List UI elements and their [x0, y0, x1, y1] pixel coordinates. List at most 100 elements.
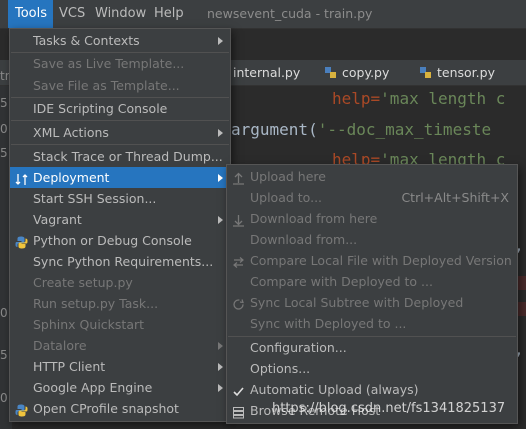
upload-icon — [232, 170, 245, 185]
menu-item-ide-scripting-console[interactable]: IDE Scripting Console — [10, 98, 230, 119]
menu-item-label: Tasks & Contexts — [33, 33, 140, 48]
menu-item-sync-deployed[interactable]: Sync with Deployed to ... — [227, 313, 517, 334]
menu-item-save-file-template[interactable]: Save File as Template... — [10, 75, 230, 96]
menu-item-label: Google App Engine — [33, 380, 153, 395]
menu-item-xml-actions[interactable]: XML Actions — [10, 122, 230, 143]
code-string: 'max length c — [380, 89, 506, 108]
menu-item-datalore[interactable]: Datalore — [10, 335, 230, 356]
download-icon — [232, 212, 245, 227]
menu-item-label: IDE Scripting Console — [33, 101, 168, 116]
tab-tensor-label: tensor.py — [437, 65, 495, 80]
menu-item-download-from[interactable]: Download from... — [227, 229, 517, 250]
menu-item-label: Datalore — [33, 338, 87, 353]
submenu-arrow-icon — [218, 174, 223, 182]
menu-item-label: Download from... — [250, 232, 358, 247]
menu-item-label: Sphinx Quickstart — [33, 317, 145, 332]
separator — [11, 120, 229, 121]
submenu-arrow-icon — [218, 363, 223, 371]
code-keyword: help= — [332, 89, 381, 108]
submenu-arrow-icon — [218, 37, 223, 45]
menu-item-http-client[interactable]: HTTP Client — [10, 356, 230, 377]
menu-item-vagrant[interactable]: Vagrant — [10, 209, 230, 230]
line-number: 5 — [0, 96, 8, 110]
menu-item-label: Sync Local Subtree with Deployed — [250, 295, 464, 310]
menu-item-run-setup-task[interactable]: Run setup.py Task... — [10, 293, 230, 314]
menu-item-label: Vagrant — [33, 212, 82, 227]
menu-item-tasks-contexts[interactable]: Tasks & Contexts — [10, 30, 230, 51]
code-call: argument( — [231, 120, 318, 139]
menu-item-open-cprofile[interactable]: Open CProfile snapshot — [10, 398, 230, 419]
menu-item-sync-python-requirements[interactable]: Sync Python Requirements... — [10, 251, 230, 272]
line-number: 5 — [0, 348, 8, 362]
separator — [11, 144, 229, 145]
menu-item-label: Compare with Deployed to ... — [250, 274, 433, 289]
menu-window[interactable]: Window — [95, 0, 146, 28]
menu-item-google-app-engine[interactable]: Google App Engine — [10, 377, 230, 398]
checkmark-icon — [232, 383, 245, 397]
menu-help[interactable]: Help — [154, 0, 184, 28]
line-number: 5 — [0, 146, 8, 160]
menu-item-upload-here[interactable]: Upload here — [227, 166, 517, 187]
menu-item-configuration[interactable]: Configuration... — [227, 337, 517, 358]
menu-item-label: Upload here — [250, 169, 326, 184]
menu-item-compare-local[interactable]: Compare Local File with Deployed Version — [227, 250, 517, 271]
python-file-icon — [324, 62, 337, 78]
tab-copy[interactable]: copy.py — [324, 60, 389, 85]
line-number: 0 — [0, 391, 8, 405]
submenu-arrow-icon — [218, 216, 223, 224]
line-number: 0 — [0, 306, 8, 320]
deployment-icon — [15, 171, 28, 185]
menu-item-label: Open CProfile snapshot — [33, 401, 179, 416]
python-icon — [15, 234, 28, 249]
menu-item-compare-deployed[interactable]: Compare with Deployed to ... — [227, 271, 517, 292]
python-file-icon — [419, 62, 432, 78]
menu-item-label: Upload to... — [250, 190, 323, 205]
menu-item-label: Create setup.py — [33, 275, 133, 290]
menu-item-label: Run setup.py Task... — [33, 296, 159, 311]
menu-item-label: Save File as Template... — [33, 78, 180, 93]
tab-tensor[interactable]: tensor.py — [419, 60, 495, 85]
menu-bar: Tools VCS Window Help newsevent_cuda - t… — [0, 0, 526, 29]
menu-item-upload-to[interactable]: Upload to... Ctrl+Alt+Shift+X — [227, 187, 517, 208]
menu-item-start-ssh[interactable]: Start SSH Session... — [10, 188, 230, 209]
menu-item-label: Python or Debug Console — [33, 233, 192, 248]
menu-item-create-setup[interactable]: Create setup.py — [10, 272, 230, 293]
menu-item-label: Compare Local File with Deployed Version — [250, 253, 512, 268]
menu-item-download-here[interactable]: Download from here — [227, 208, 517, 229]
menu-item-deployment[interactable]: Deployment — [10, 167, 230, 188]
menu-item-label: Stack Trace or Thread Dump... — [33, 149, 223, 164]
menu-item-options[interactable]: Options... — [227, 358, 517, 379]
menu-item-python-console[interactable]: Python or Debug Console — [10, 230, 230, 251]
menu-item-label: HTTP Client — [33, 359, 106, 374]
menu-vcs[interactable]: VCS — [59, 0, 85, 28]
python-icon — [15, 402, 28, 417]
menu-item-label: XML Actions — [33, 125, 109, 140]
menu-item-automatic-upload[interactable]: Automatic Upload (always) — [227, 379, 517, 400]
code-line: help='max length c — [332, 89, 505, 108]
menu-item-save-live-template[interactable]: Save as Live Template... — [10, 53, 230, 74]
submenu-arrow-icon — [218, 384, 223, 392]
menu-item-stack-trace[interactable]: Stack Trace or Thread Dump... — [10, 146, 230, 167]
tab-copy-label: copy.py — [342, 65, 390, 80]
menu-item-label: Automatic Upload (always) — [250, 382, 419, 397]
menu-item-label: Download from here — [250, 211, 378, 226]
tab-internal[interactable]: internal.py — [233, 60, 300, 85]
compare-icon — [232, 254, 245, 268]
window-title: newsevent_cuda - train.py — [207, 6, 373, 21]
watermark: https://blog.csdn.net/fs1341825137 — [272, 401, 506, 416]
menu-item-sync-subtree[interactable]: Sync Local Subtree with Deployed — [227, 292, 517, 313]
submenu-arrow-icon — [218, 129, 223, 137]
code-string: '--doc_max_timeste — [317, 120, 492, 139]
menu-tools-label: Tools — [15, 6, 48, 21]
sync-icon — [232, 296, 245, 310]
menu-item-sphinx-quickstart[interactable]: Sphinx Quickstart — [10, 314, 230, 335]
tools-menu: Tasks & Contexts Save as Live Template..… — [9, 28, 231, 422]
menu-item-label: Deployment — [33, 170, 110, 185]
submenu-arrow-icon — [218, 342, 223, 350]
shortcut-label: Ctrl+Alt+Shift+X — [401, 190, 509, 205]
menu-item-label: Sync with Deployed to ... — [250, 316, 407, 331]
code-line: argument('--doc_max_timeste — [231, 120, 491, 139]
menu-item-label: Options... — [250, 361, 311, 376]
menu-tools[interactable]: Tools — [8, 0, 53, 28]
line-number: 0 — [0, 122, 8, 136]
